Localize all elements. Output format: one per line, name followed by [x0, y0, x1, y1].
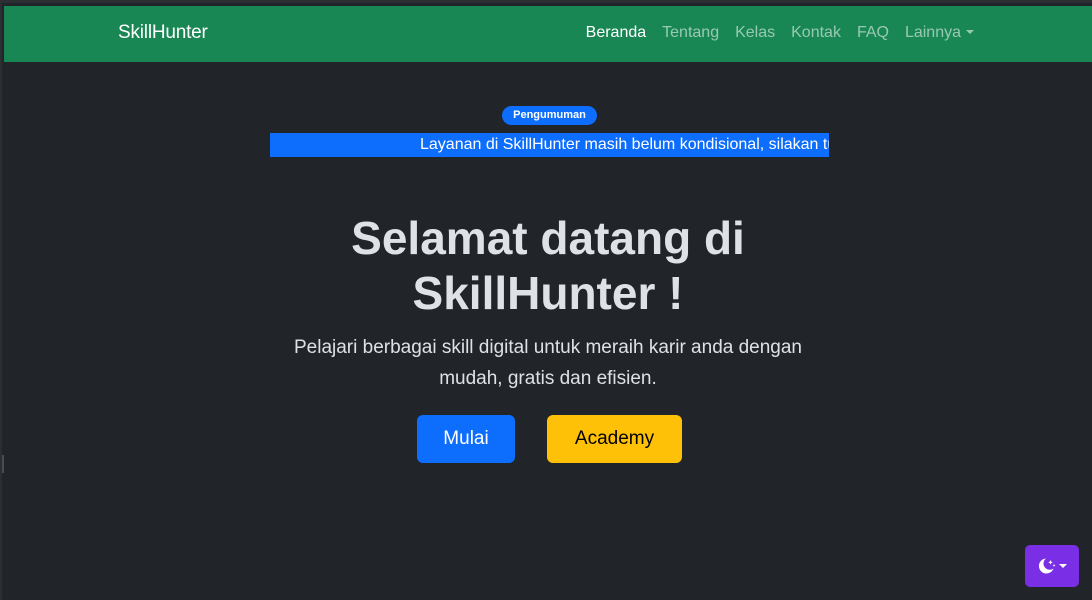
- nav-item-lainnya-label: Lainnya: [904, 24, 961, 41]
- nav-menu: Beranda Tentang Kelas Kontak FAQ Lainnya: [570, 24, 974, 42]
- navbar: SkillHunter Beranda Tentang Kelas Kontak…: [4, 6, 1092, 62]
- hero-title-line-2: SkillHunter !: [412, 267, 684, 319]
- announcement-marquee: Layanan di SkillHunter masih belum kondi…: [270, 133, 829, 157]
- hero-subtitle: Pelajari berbagai skill digital untuk me…: [293, 337, 803, 389]
- hero-title-line-1: Selamat datang di: [351, 212, 745, 264]
- academy-button[interactable]: Academy: [547, 415, 682, 463]
- caret-down-icon: [1059, 564, 1067, 568]
- nav-item-lainnya-dropdown[interactable]: Lainnya: [905, 24, 974, 42]
- hero-title: Selamat datang di SkillHunter !: [2, 211, 1092, 321]
- brand-logo[interactable]: SkillHunter: [118, 22, 208, 44]
- scroll-edge-marker: [2, 455, 4, 473]
- nav-item-beranda[interactable]: Beranda: [586, 24, 647, 42]
- nav-item-tentang[interactable]: Tentang: [662, 24, 719, 42]
- mulai-button[interactable]: Mulai: [417, 415, 515, 463]
- nav-item-kontak[interactable]: Kontak: [791, 24, 841, 42]
- page: SkillHunter Beranda Tentang Kelas Kontak…: [0, 0, 1092, 600]
- announcement-badge: Pengumuman: [502, 106, 597, 125]
- nav-item-kelas[interactable]: Kelas: [735, 24, 775, 42]
- theme-toggle-button[interactable]: [1025, 545, 1079, 587]
- moon-stars-icon: [1038, 558, 1056, 574]
- announcement-text: Layanan di SkillHunter masih belum kondi…: [420, 136, 829, 153]
- caret-down-icon: [966, 30, 974, 34]
- nav-item-faq[interactable]: FAQ: [857, 24, 889, 42]
